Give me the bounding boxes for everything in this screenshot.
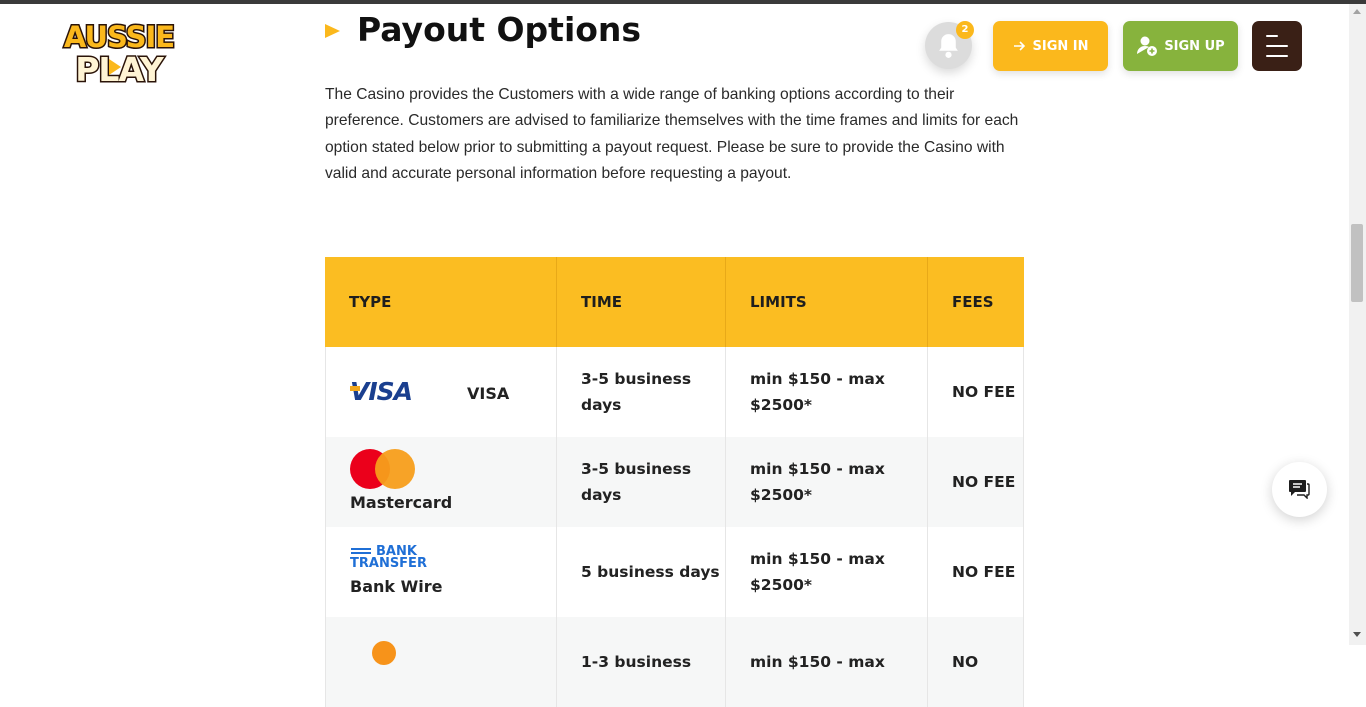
bell-icon [939, 34, 958, 58]
logo-play-icon [109, 59, 121, 75]
table-row: VISA VISA 3-5 business days min $150 - m… [325, 347, 1024, 437]
limits-cell: min $150 - max [726, 617, 928, 707]
type-cell [325, 617, 557, 707]
notifications-badge: 2 [956, 21, 974, 39]
fees-cell: NO FEE [928, 527, 1024, 617]
type-name: Mastercard [350, 493, 453, 512]
scroll-down-icon[interactable] [1353, 632, 1361, 637]
hamburger-icon [1266, 35, 1278, 37]
section-title: Payout Options [357, 10, 642, 49]
time-cell: 3-5 business days [557, 347, 726, 437]
table-row: BANK TRANSFER Bank Wire 5 business days … [325, 527, 1024, 617]
fees-cell: NO FEE [928, 347, 1024, 437]
visa-logo-icon: VISA [350, 377, 413, 406]
limits-cell: min $150 - max $2500* [726, 527, 928, 617]
bank-logo-line-1: BANK [350, 545, 427, 558]
sign-up-button[interactable]: SIGN UP [1123, 21, 1238, 71]
sign-in-label: SIGN IN [1032, 38, 1089, 54]
header-limits: LIMITS [726, 257, 928, 347]
hamburger-line [1266, 45, 1288, 47]
mastercard-logo-circle [375, 449, 415, 489]
table-row: Mastercard 3-5 business days min $150 - … [325, 437, 1024, 527]
sign-in-button[interactable]: SIGN IN [993, 21, 1108, 71]
hamburger-line [1266, 55, 1288, 57]
type-cell: VISA VISA [325, 347, 557, 437]
fees-cell: NO [928, 617, 1024, 707]
scroll-thumb[interactable] [1351, 224, 1363, 302]
table-header-row: TYPE TIME LIMITS FEES [325, 257, 1024, 347]
payout-options-table: TYPE TIME LIMITS FEES VISA VISA 3-5 busi… [325, 257, 1024, 707]
type-cell: BANK TRANSFER Bank Wire [325, 527, 557, 617]
logo-line-1: AUSSIE [62, 19, 176, 56]
header-type: TYPE [325, 257, 557, 347]
type-name: VISA [467, 384, 510, 403]
page-scrollbar[interactable] [1349, 4, 1366, 645]
bank-transfer-logo-icon: BANK TRANSFER [350, 545, 427, 571]
type-cell: Mastercard [325, 437, 557, 527]
limits-cell: min $150 - max $2500* [726, 437, 928, 527]
user-plus-icon [1137, 36, 1158, 56]
time-cell: 1-3 business [557, 617, 726, 707]
limits-cell: min $150 - max $2500* [726, 347, 928, 437]
fees-cell: NO FEE [928, 437, 1024, 527]
table-row: 1-3 business min $150 - max NO [325, 617, 1024, 707]
sign-up-label: SIGN UP [1164, 38, 1225, 54]
aussie-play-logo[interactable]: AUSSIE PLAY [62, 19, 176, 91]
type-name: Bank Wire [350, 577, 443, 596]
time-cell: 5 business days [557, 527, 726, 617]
chat-icon [1289, 480, 1310, 499]
header-fees: FEES [952, 293, 994, 311]
arrow-right-icon [1013, 41, 1025, 51]
bank-logo-line-2: TRANSFER [350, 556, 427, 571]
live-chat-button[interactable] [1272, 462, 1327, 517]
scroll-up-icon[interactable] [1353, 9, 1361, 14]
hamburger-menu-button[interactable] [1252, 21, 1302, 71]
header-time: TIME [557, 257, 726, 347]
time-cell: 3-5 business days [557, 437, 726, 527]
section-intro: The Casino provides the Customers with a… [325, 86, 1019, 182]
heading-arrow-icon [325, 24, 340, 38]
top-border [0, 0, 1366, 4]
